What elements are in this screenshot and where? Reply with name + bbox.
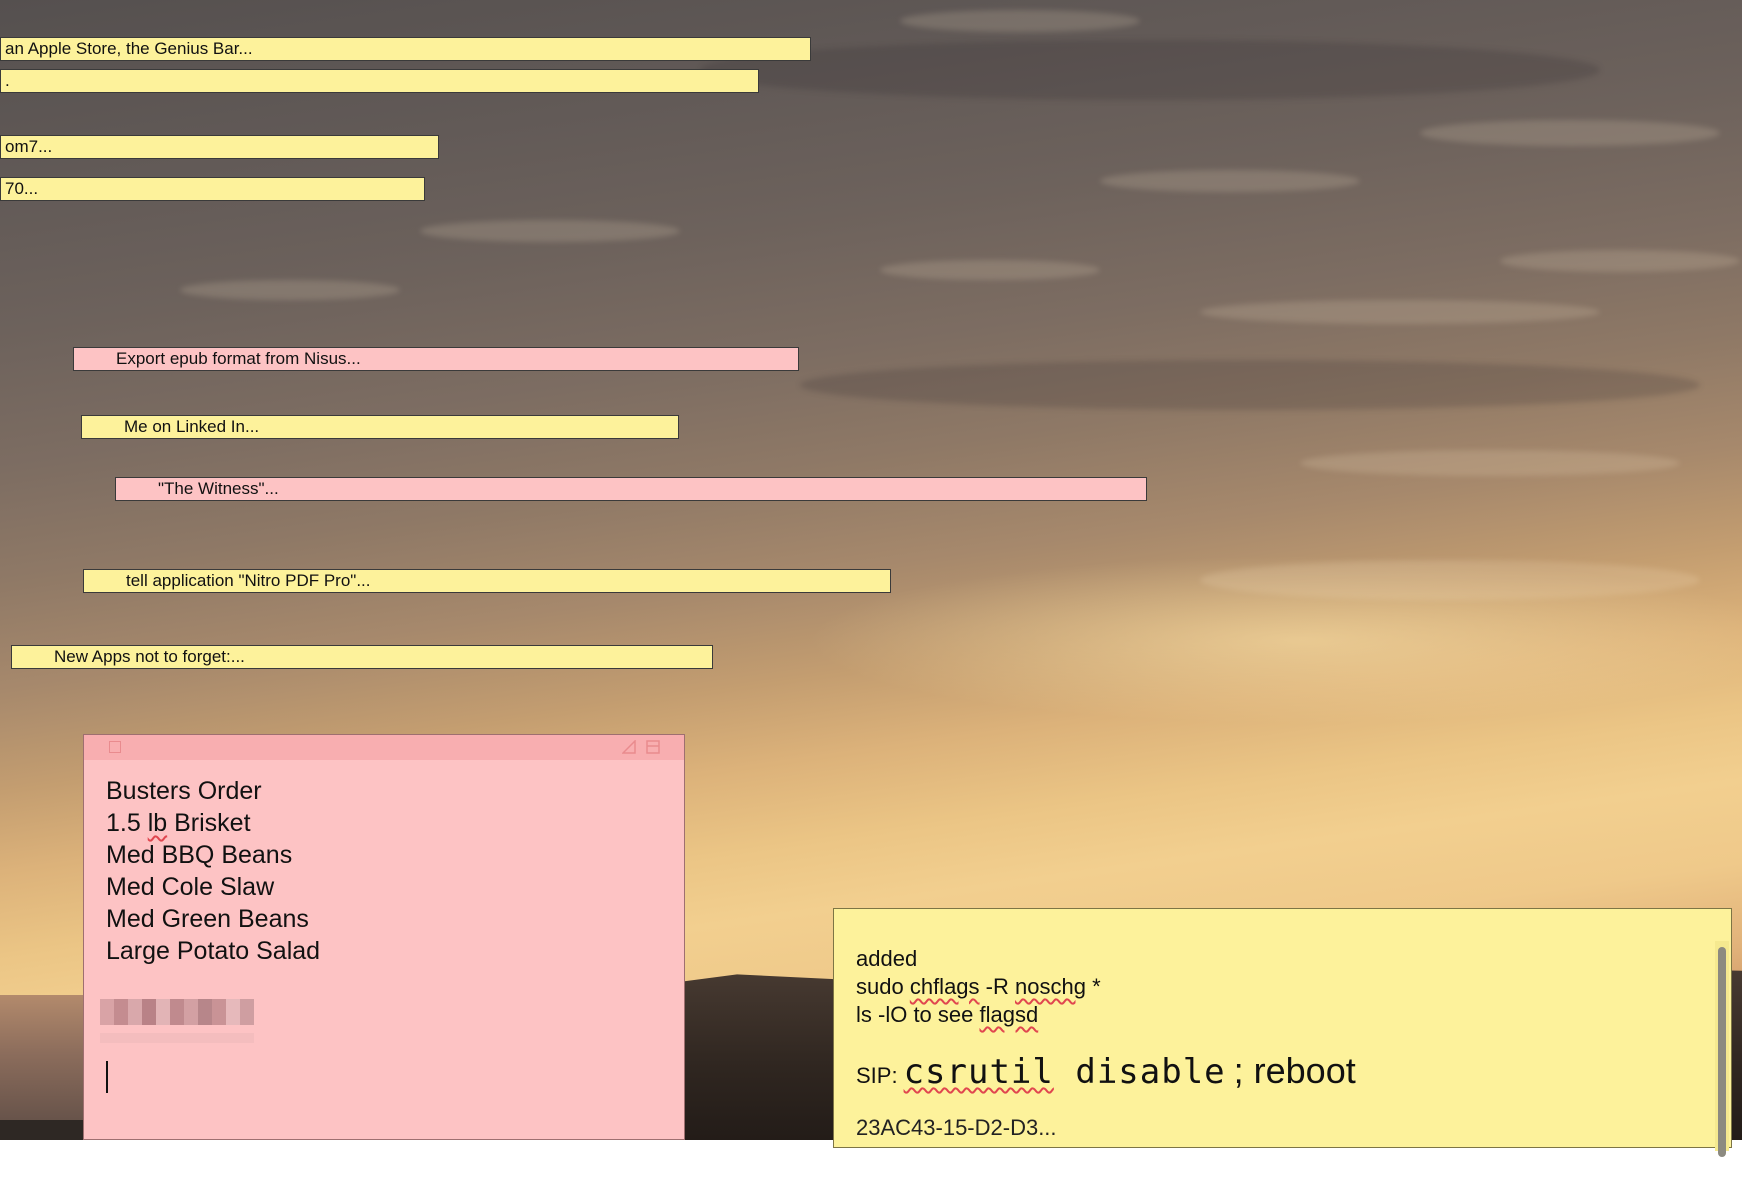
sip-command: csrutil disable [904,1055,1226,1089]
collapsed-note[interactable]: . [0,69,759,93]
collapsed-note-new-apps[interactable]: New Apps not to forget:... [11,645,713,669]
resize-triangle-icon[interactable] [622,740,636,754]
misspelled-word: csrutil [903,1052,1054,1092]
text-cursor [106,1061,108,1093]
sip-reboot: ; reboot [1233,1050,1356,1091]
note-body[interactable]: added sudo chflags -R noschg * ls -lO to… [834,909,1731,1178]
scroll-thumb[interactable] [1718,947,1726,1157]
sticky-note-terminal-commands[interactable]: added sudo chflags -R noschg * ls -lO to… [833,908,1732,1157]
note-title: an Apple Store, the Genius Bar... [5,39,253,58]
note-line: 1.5 lb Brisket [106,809,251,837]
sip-line: SIP: csrutil disable ; reboot [856,1050,1709,1091]
note-title: . [5,71,10,90]
note-line: Med BBQ Beans [106,841,293,869]
misspelled-word: flagsd [979,1002,1039,1027]
note-title: New Apps not to forget:... [54,647,245,666]
cloud-shape [180,280,400,300]
cloud-shape [800,360,1700,410]
note-line: sudo chflags -R noschg * [856,973,1709,1001]
note-line: Large Potato Salad [106,937,321,965]
note-line: added [856,946,918,971]
collapsed-note-apple-store[interactable]: an Apple Store, the Genius Bar... [0,37,811,61]
text-run: disable [1053,1052,1226,1092]
cloud-shape [1500,250,1740,272]
cloud-shape [1200,300,1600,324]
note-titlebar[interactable] [84,735,684,760]
note-title: "The Witness"... [158,479,279,498]
vertical-scrollbar[interactable] [1715,941,1729,1157]
collapsed-note-linked-in[interactable]: Me on Linked In... [81,415,679,439]
redacted-text [100,1033,254,1043]
note-line: ls -lO to see flagsd [856,1001,1709,1029]
note-title: tell application "Nitro PDF Pro"... [126,571,371,590]
misspelled-word: chflags [909,974,980,999]
close-box-icon[interactable] [109,741,121,753]
misspelled-word: noschg [1015,974,1086,999]
text-run: sudo [856,974,910,999]
collapse-icon[interactable] [646,740,660,754]
collapsed-note[interactable]: 70... [0,177,425,201]
cloud-shape [1100,170,1360,192]
note-body[interactable]: Busters Order 1.5 lb Brisket Med BBQ Bea… [84,760,684,982]
sip-label: SIP: [856,1063,898,1088]
note-title: om7... [5,137,53,156]
collapsed-note[interactable]: om7... [0,135,439,159]
note-line: Med Cole Slaw [106,873,275,901]
text-run: * [1085,974,1101,999]
note-line-partial: 23AC43-15-D2-D3... [856,1115,1057,1140]
sticky-note-busters-order[interactable]: Busters Order 1.5 lb Brisket Med BBQ Bea… [83,734,685,1140]
text-run: -R [979,974,1015,999]
note-line: Busters Order [106,777,262,805]
redacted-text [100,999,254,1025]
cloud-shape [1420,120,1720,146]
note-line: Med Green Beans [106,905,309,933]
cloud-shape [420,220,680,242]
cloud-shape [880,260,1100,280]
note-title: 70... [5,179,39,198]
collapsed-note-nitro-pdf[interactable]: tell application "Nitro PDF Pro"... [83,569,891,593]
collapsed-note-export-epub[interactable]: Export epub format from Nisus... [73,347,799,371]
note-title: Export epub format from Nisus... [116,349,361,368]
misspelled-word: lb [147,809,168,837]
cloud-shape [900,10,1140,32]
note-title: Me on Linked In... [124,417,260,436]
cloud-shape [700,40,1600,100]
collapsed-note-the-witness[interactable]: "The Witness"... [115,477,1147,501]
cloud-shape [1300,450,1680,476]
cloud-shape [1200,560,1700,600]
text-run: ls -lO to see [856,1002,980,1027]
